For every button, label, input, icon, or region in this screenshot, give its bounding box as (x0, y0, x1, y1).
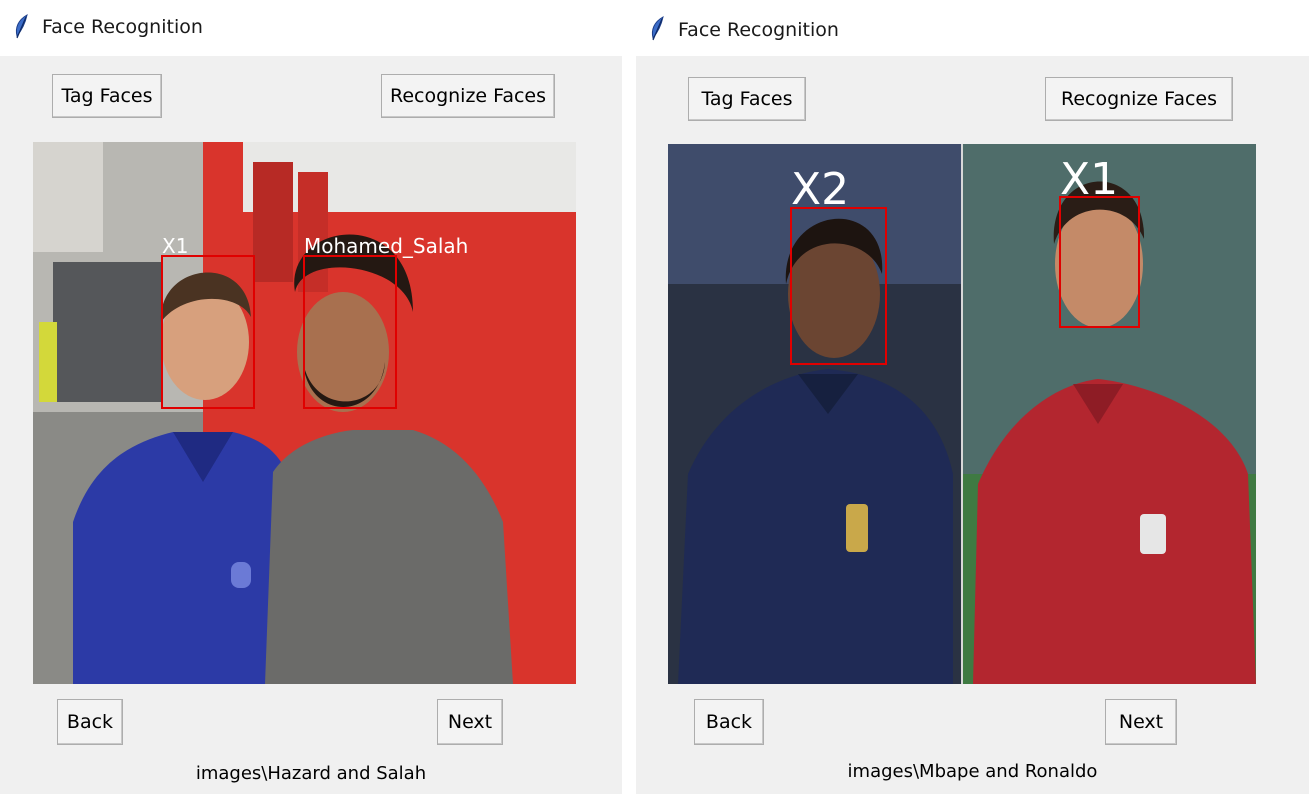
title-bar: Face Recognition (636, 0, 1309, 56)
title-bar: Face Recognition (0, 0, 622, 56)
window-title: Face Recognition (678, 19, 839, 41)
window-title: Face Recognition (42, 16, 203, 38)
next-button[interactable]: Next (437, 699, 503, 745)
back-button[interactable]: Back (694, 699, 764, 745)
recognize-faces-button[interactable]: Recognize Faces (381, 74, 555, 118)
photo-display: X1 Mohamed_Salah (33, 142, 576, 684)
feather-icon (651, 16, 664, 41)
tag-faces-button[interactable]: Tag Faces (688, 77, 806, 121)
photo-display: X2 X1 (668, 144, 1256, 684)
window-client-area: Tag Faces Recognize Faces (0, 56, 622, 794)
recognize-faces-button[interactable]: Recognize Faces (1045, 77, 1233, 121)
face-recognition-window-1: Face Recognition Tag Faces Recognize Fac… (0, 0, 622, 794)
next-button[interactable]: Next (1105, 699, 1177, 745)
image-path-label: images\Mbape and Ronaldo (847, 761, 1098, 782)
tag-faces-button[interactable]: Tag Faces (52, 74, 162, 118)
back-button[interactable]: Back (57, 699, 123, 745)
window-client-area: Tag Faces Recognize Faces (636, 56, 1309, 794)
image-path-label: images\Hazard and Salah (195, 763, 427, 784)
face-label: X1 (1060, 154, 1118, 205)
face-label: X2 (791, 164, 849, 215)
face-label: Mohamed_Salah (304, 234, 468, 258)
face-recognition-window-2: Face Recognition Tag Faces Recognize Fac… (636, 0, 1309, 794)
feather-icon (15, 14, 28, 39)
face-label: X1 (162, 234, 188, 258)
